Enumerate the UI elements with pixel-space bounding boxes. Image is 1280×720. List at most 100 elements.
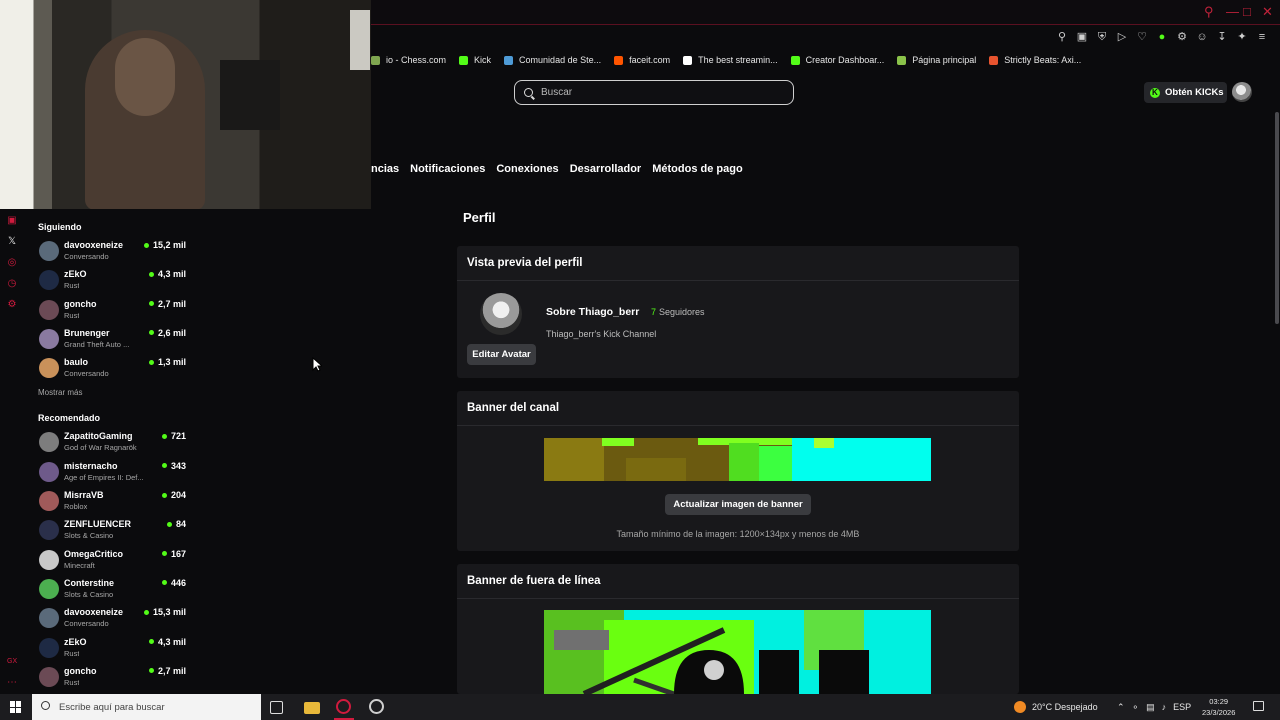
puzzle-icon[interactable]: ⚙ [1176, 31, 1188, 43]
viewer-count: 446 [161, 578, 186, 588]
channel-category: Rust [64, 281, 80, 291]
task-view-icon[interactable] [270, 701, 283, 714]
shield-icon[interactable]: ⛨ [1096, 31, 1108, 43]
channel-avatar [39, 578, 59, 599]
get-kicks-button[interactable]: Obtén KICKs [1144, 82, 1227, 103]
bookmarks-bar: io - Chess.com Kick Comunidad de Ste... fac… [371, 50, 1094, 70]
page-scrollbar[interactable] [1275, 112, 1279, 324]
channel-item[interactable]: davooxeneize Conversando 15,2 mil [38, 240, 190, 269]
live-dot-icon [148, 668, 154, 674]
tab-developer[interactable]: Desarrollador [570, 163, 642, 175]
channel-item[interactable]: baulo Conversando 1,3 mil [38, 357, 190, 386]
channel-item[interactable]: Brunenger Grand Theft Auto ... 2,6 mil [38, 328, 190, 357]
play-icon[interactable]: ▷ [1116, 31, 1128, 43]
channel-category: Rust [64, 677, 80, 687]
channel-category: Roblox [64, 502, 88, 512]
channel-item[interactable]: goncho Rust 2,7 mil [38, 299, 190, 328]
more-icon[interactable]: ⋯ [7, 678, 17, 688]
bookmark-item[interactable]: faceit.com [614, 55, 670, 65]
bookmark-item[interactable]: Creator Dashboar... [790, 55, 885, 65]
banner-size-hint: Tamaño mínimo de la imagen: 1200×134px y… [616, 529, 860, 539]
update-banner-button[interactable]: Actualizar imagen de banner [665, 494, 811, 515]
channel-item[interactable]: ZapatitoGaming God of War Ragnarök 721 [38, 431, 190, 460]
tab-payment-methods[interactable]: Métodos de pago [652, 163, 742, 175]
bookmark-item[interactable]: The best streamin... [683, 55, 778, 65]
tray-chevron-icon[interactable]: ⌃ [1117, 702, 1125, 713]
bookmark-item[interactable]: Página principal [897, 55, 976, 65]
search-placeholder: Buscar [541, 87, 573, 98]
channel-item[interactable]: MisrraVB Roblox 204 [38, 490, 190, 519]
obs-icon[interactable] [369, 699, 384, 714]
download-icon[interactable]: ↧ [1216, 31, 1228, 43]
player-icon[interactable]: ◎ [7, 258, 17, 268]
bookmark-item[interactable]: Kick [459, 55, 491, 65]
history-icon[interactable]: ◷ [7, 279, 17, 289]
viewer-count: 2,6 mil [148, 328, 186, 338]
channel-name: goncho [64, 298, 97, 309]
taskbar-clock[interactable]: 03:29 23/3/2026 [1202, 696, 1235, 718]
channel-item[interactable]: zEkO Rust 4,3 mil [38, 269, 190, 298]
keyboard-lang[interactable]: ESP [1173, 702, 1191, 712]
bookmark-item[interactable]: Strictly Beats: Axi... [989, 55, 1081, 65]
settings-icon[interactable]: ⚙ [7, 300, 17, 310]
instagram-icon[interactable]: ▣ [7, 216, 17, 226]
channel-item[interactable]: OmegaCritico Minecraft 167 [38, 549, 190, 578]
viewer-count: 2,7 mil [148, 299, 186, 309]
viewer-count-value: 721 [170, 431, 186, 442]
profile-icon[interactable]: ☺ [1196, 31, 1208, 43]
channel-item[interactable]: goncho Rust 2,7 mil [38, 666, 190, 695]
minimize-icon[interactable]: — [1226, 4, 1239, 20]
weather-widget[interactable]: 20°C Despejado [1014, 694, 1098, 720]
network-icon[interactable]: ▤ [1146, 702, 1155, 713]
channel-name: Conterstine [64, 577, 115, 588]
channel-item[interactable]: zEkO Rust 4,3 mil [38, 637, 190, 666]
volume-icon[interactable]: ♪ [1162, 702, 1167, 712]
file-explorer-icon[interactable] [304, 702, 320, 714]
taskbar-search-input[interactable]: Escribe aquí para buscar [32, 694, 261, 720]
tab-preferences[interactable]: ncias [371, 163, 399, 175]
offline-banner-graphic [544, 610, 931, 694]
viewer-count-value: 84 [175, 519, 186, 530]
clock-time: 03:29 [1209, 697, 1229, 706]
pin-icon[interactable]: ⚲ [1056, 31, 1068, 43]
viewer-count-value: 1,3 mil [157, 357, 186, 368]
user-avatar[interactable] [1232, 82, 1252, 102]
live-dot-icon [161, 492, 167, 498]
microphone-icon[interactable]: ⚬ [1132, 702, 1140, 713]
tab-notifications[interactable]: Notificaciones [410, 163, 485, 175]
edit-avatar-button[interactable]: Editar Avatar [467, 344, 536, 365]
tab-connections[interactable]: Conexiones [496, 163, 558, 175]
heart-icon[interactable]: ♡ [1136, 31, 1148, 43]
channel-avatar [39, 491, 59, 512]
bookmark-label: faceit.com [629, 55, 671, 65]
followers-count: 7 Seguidores [651, 307, 705, 317]
menu-icon[interactable]: ≡ [1256, 31, 1268, 43]
bookmark-label: io - Chess.com [386, 55, 447, 65]
close-icon[interactable]: ✕ [1262, 4, 1273, 20]
bookmark-item[interactable]: io - Chess.com [371, 55, 446, 65]
channel-avatar [39, 461, 59, 482]
channel-avatar [39, 637, 59, 658]
screenshot-icon[interactable]: ▣ [1076, 31, 1088, 43]
search-icon[interactable]: ⚲ [1204, 4, 1214, 20]
bookmark-item[interactable]: Comunidad de Ste... [504, 55, 601, 65]
notifications-icon[interactable] [1253, 701, 1264, 711]
show-more-link[interactable]: Mostrar más [38, 388, 190, 397]
x-icon[interactable]: 𝕏 [7, 237, 17, 247]
search-input[interactable]: Buscar [514, 80, 794, 105]
ai-icon[interactable]: ✦ [1236, 31, 1248, 43]
channel-item[interactable]: Conterstine Slots & Casino 446 [38, 578, 190, 607]
gx-icon[interactable]: GX [7, 657, 17, 667]
live-dot-icon [148, 639, 154, 645]
extension-icon[interactable]: ● [1156, 31, 1168, 43]
channel-sidebar: Siguiendo davooxeneize Conversando 15,2 mi… [38, 222, 190, 695]
channel-banner-graphic [544, 438, 931, 481]
channel-item[interactable]: misternacho Age of Empires II: Def... 343 [38, 461, 190, 490]
opera-gx-icon[interactable] [336, 699, 351, 714]
maximize-icon[interactable]: □ [1243, 4, 1251, 20]
viewer-count: 343 [161, 461, 186, 471]
bookmark-label: Creator Dashboar... [805, 55, 885, 65]
channel-item[interactable]: ZENFLUENCER Slots & Casino 84 [38, 519, 190, 548]
channel-item[interactable]: davooxeneize Conversando 15,3 mil [38, 607, 190, 636]
windows-start-icon[interactable] [10, 701, 22, 713]
